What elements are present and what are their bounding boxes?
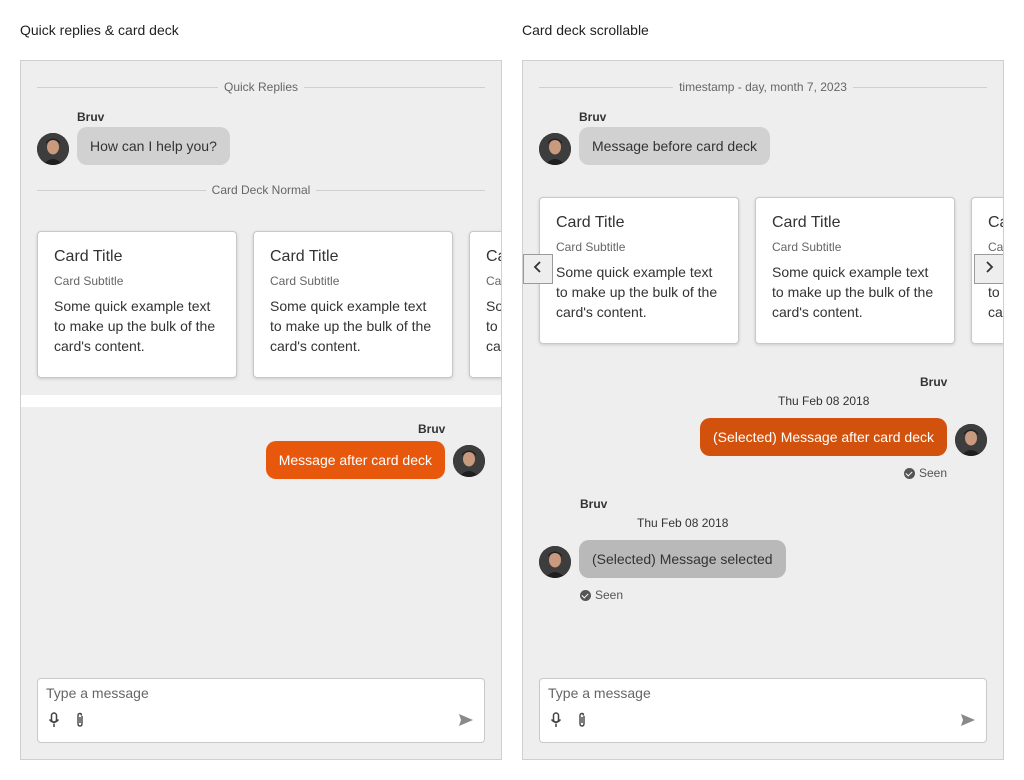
card-deck-scrollbar-area <box>21 395 501 407</box>
card-body: Some quick example text to make up the b… <box>556 264 718 320</box>
microphone-icon[interactable] <box>550 712 562 733</box>
message-composer[interactable]: Type a message <box>539 678 987 743</box>
message-bubble[interactable]: How can I help you? <box>77 127 230 165</box>
paperclip-icon[interactable] <box>74 712 86 733</box>
message-timestamp: Thu Feb 08 2018 <box>778 394 870 408</box>
card-subtitle: Card Subtitle <box>772 240 842 254</box>
card[interactable]: Card Title Card Subtitle Some quick exam… <box>755 197 955 344</box>
avatar <box>37 133 69 165</box>
chevron-left-icon <box>533 260 543 278</box>
card-body: Some quick example text to make up the b… <box>486 298 501 354</box>
seen-label: Seen <box>919 466 948 480</box>
microphone-icon[interactable] <box>48 712 60 733</box>
message-input[interactable]: Type a message <box>548 685 651 701</box>
avatar <box>539 546 571 578</box>
card-body: Some quick example text to make up the b… <box>270 298 432 354</box>
message-author: Bruv <box>920 375 948 389</box>
card-title: Card Title <box>772 214 841 231</box>
divider-card-deck: Card Deck Normal <box>37 183 485 197</box>
divider-timestamp: timestamp - day, month 7, 2023 <box>539 80 987 94</box>
scroll-right-button[interactable] <box>974 254 1003 284</box>
card-title: Card Title <box>556 214 625 231</box>
send-icon[interactable] <box>960 713 976 732</box>
card-deck-scrollable: Card Title Card Subtitle Some quick exam… <box>523 187 1003 357</box>
check-circle-icon <box>580 589 591 601</box>
message-author: Bruv <box>580 497 608 511</box>
message-author: Bruv <box>579 110 607 124</box>
seen-label: Seen <box>595 588 624 602</box>
avatar <box>539 133 571 165</box>
scroll-left-button[interactable] <box>523 254 553 284</box>
message-bubble-outgoing[interactable]: Message after card deck <box>265 441 445 479</box>
divider-label: Quick Replies <box>223 80 299 94</box>
card-subtitle: Card Subtitle <box>270 274 340 288</box>
send-icon[interactable] <box>458 713 474 732</box>
message-author: Bruv <box>77 110 105 124</box>
demo-title-card-deck-scrollable: Card deck scrollable <box>522 22 649 38</box>
message-composer[interactable]: Type a message <box>37 678 485 743</box>
card-body: Some quick example text to make up the b… <box>772 264 934 320</box>
card-deck: Card Title Card Subtitle Some quick exam… <box>21 221 501 391</box>
message-bubble[interactable]: Message before card deck <box>579 127 770 165</box>
card[interactable]: Card Title Card Subtitle Some quick exam… <box>539 197 739 344</box>
check-circle-icon <box>904 467 915 479</box>
card-subtitle: Card Subtitle <box>486 274 501 288</box>
card[interactable]: Card Title Card Subtitle Some quick exam… <box>253 231 453 378</box>
chevron-right-icon <box>984 260 994 278</box>
seen-status: Seen <box>580 588 623 602</box>
card-title: Card Title <box>486 248 501 265</box>
paperclip-icon[interactable] <box>576 712 588 733</box>
divider-label: Card Deck Normal <box>211 183 311 197</box>
divider-label: timestamp - day, month 7, 2023 <box>679 80 847 94</box>
card[interactable]: Card Title Card Subtitle Some quick exam… <box>469 231 501 378</box>
message-author: Bruv <box>418 422 446 436</box>
card-subtitle: Card Subtitle <box>54 274 124 288</box>
demo-title-quick-replies: Quick replies & card deck <box>20 22 179 38</box>
card-title: Card Title <box>270 248 339 265</box>
avatar <box>453 445 485 477</box>
divider-quick-replies: Quick Replies <box>37 80 485 94</box>
message-bubble-selected[interactable]: (Selected) Message after card deck <box>700 418 947 456</box>
avatar <box>955 424 987 456</box>
chat-panel-quick-replies: Quick Replies Bruv How can I help you? C… <box>20 60 502 760</box>
message-bubble-selected[interactable]: (Selected) Message selected <box>579 540 786 578</box>
chat-panel-card-deck-scrollable: timestamp - day, month 7, 2023 Bruv Mess… <box>522 60 1004 760</box>
seen-status: Seen <box>904 466 947 480</box>
card-body: Some quick example text to make up the b… <box>54 298 216 354</box>
card-subtitle: Card Subtitle <box>556 240 626 254</box>
message-timestamp: Thu Feb 08 2018 <box>637 516 729 530</box>
card-subtitle: Card Subtitle <box>988 240 1003 254</box>
card-title: Card Title <box>54 248 123 265</box>
card-title: Card Title <box>988 214 1003 231</box>
message-input[interactable]: Type a message <box>46 685 149 701</box>
card[interactable]: Card Title Card Subtitle Some quick exam… <box>37 231 237 378</box>
